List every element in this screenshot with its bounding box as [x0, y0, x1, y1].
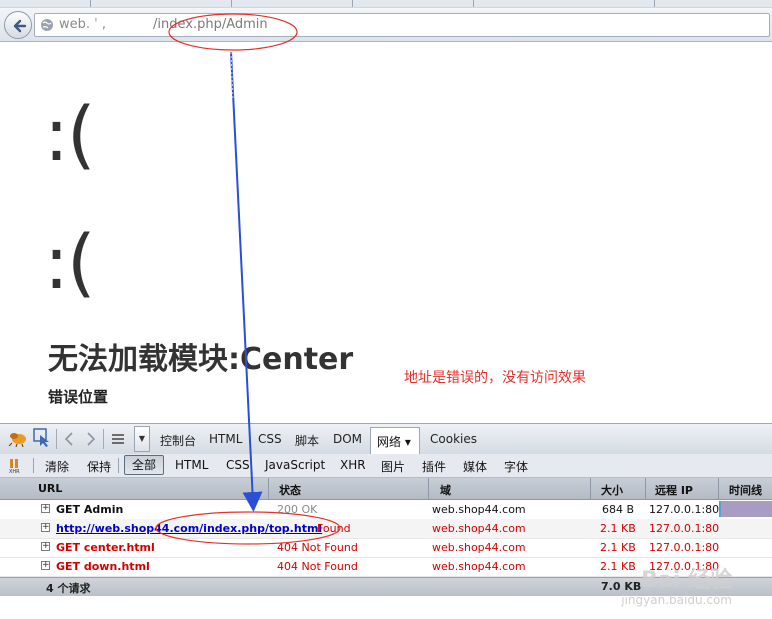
url-domain: web. ˈ ,: [59, 17, 106, 32]
request-status: 404 Not Found: [277, 541, 358, 554]
xhr-break-icon[interactable]: XHR: [8, 458, 24, 474]
watermark-site: jingyan.baidu.com: [621, 593, 732, 607]
column-divider[interactable]: [645, 478, 646, 499]
filter-css[interactable]: CSS: [226, 458, 250, 472]
menu-lines-icon[interactable]: [111, 433, 125, 445]
request-url: GET down.html: [56, 560, 150, 573]
sad-face-emoticon: :(: [44, 220, 96, 306]
timeline-marker: [719, 501, 721, 517]
filter-images[interactable]: 图片: [381, 458, 405, 475]
filter-media[interactable]: 媒体: [463, 458, 487, 475]
timeline-bar: [719, 501, 772, 517]
filter-xhr[interactable]: XHR: [340, 458, 366, 472]
request-status: Found: [317, 522, 351, 535]
browser-tab[interactable]: [0, 0, 91, 7]
request-url-link[interactable]: http://web.shop44.com/index.php/top.html: [56, 522, 322, 535]
request-size: 2.1 KB: [600, 541, 636, 554]
panel-dropdown-button[interactable]: ▼: [134, 426, 150, 452]
column-divider[interactable]: [590, 478, 591, 499]
expand-icon[interactable]: +: [41, 523, 50, 532]
tab-cookies[interactable]: Cookies: [430, 432, 477, 446]
column-remote-ip[interactable]: 远程 IP: [655, 482, 693, 498]
filter-divider: [118, 458, 119, 473]
firebug-toolbar: ▼ 控制台 HTML CSS 脚本 DOM 网络 ▾ Cookies: [0, 423, 772, 455]
table-row[interactable]: + GET Admin 200 OK web.shop44.com 684 B …: [0, 500, 772, 520]
expand-icon[interactable]: +: [41, 542, 50, 551]
globe-icon: [41, 19, 53, 31]
browser-tab[interactable]: [655, 0, 772, 7]
chevron-left-icon[interactable]: [63, 432, 75, 446]
filter-html[interactable]: HTML: [175, 458, 208, 472]
clear-button[interactable]: 清除: [45, 458, 69, 475]
error-location-heading: 错误位置: [48, 388, 109, 406]
request-status: 404 Not Found: [277, 560, 358, 573]
browser-tab-strip: [0, 0, 772, 8]
column-status[interactable]: 状态: [279, 482, 301, 498]
tab-css[interactable]: CSS: [258, 432, 282, 446]
url-path: /index.php/Admin: [153, 17, 268, 32]
filter-divider: [33, 458, 34, 473]
tab-script[interactable]: 脚本: [295, 432, 319, 449]
browser-tab[interactable]: [91, 0, 232, 7]
toolbar-divider: [103, 429, 104, 449]
toolbar-divider: [56, 429, 57, 449]
request-remote-ip: 127.0.0.1:80: [649, 541, 720, 554]
request-status: 200 OK: [277, 503, 318, 516]
column-url[interactable]: URL: [38, 482, 62, 495]
tab-html[interactable]: HTML: [209, 432, 242, 446]
column-domain[interactable]: 域: [440, 482, 451, 498]
request-domain: web.shop44.com: [432, 503, 526, 516]
request-remote-ip: 127.0.0.1:80: [649, 503, 720, 516]
sad-face-emoticon: :(: [44, 92, 96, 178]
column-divider[interactable]: [428, 478, 429, 499]
inspect-icon[interactable]: [33, 428, 51, 448]
column-divider[interactable]: [268, 478, 269, 499]
request-remote-ip: 127.0.0.1:80: [649, 522, 720, 535]
back-arrow-icon: [13, 19, 27, 33]
request-domain: web.shop44.com: [432, 522, 526, 535]
request-url: GET center.html: [56, 541, 155, 554]
chevron-right-icon[interactable]: [85, 432, 97, 446]
firebug-icon[interactable]: [8, 429, 28, 447]
persist-button[interactable]: 保持: [87, 458, 111, 475]
browser-tab[interactable]: [474, 0, 655, 7]
tab-dom[interactable]: DOM: [333, 432, 362, 446]
baidu-jingyan-logo: Bai 经验: [641, 568, 732, 593]
back-button[interactable]: [4, 11, 32, 39]
tab-console[interactable]: 控制台: [160, 432, 196, 449]
tab-network[interactable]: 网络 ▾: [370, 427, 420, 454]
filter-all[interactable]: 全部: [124, 455, 164, 475]
request-count: 4 个请求: [46, 582, 91, 595]
request-url: GET Admin: [56, 503, 124, 516]
expand-icon[interactable]: +: [41, 504, 50, 513]
navigation-bar: web. ˈ , /index.php/Admin: [0, 8, 772, 42]
annotation-note: 地址是错误的，没有访问效果: [404, 370, 586, 386]
svg-text:XHR: XHR: [9, 469, 20, 474]
filter-plugins[interactable]: 插件: [422, 458, 446, 475]
request-domain: web.shop44.com: [432, 541, 526, 554]
table-row[interactable]: + GET center.html 404 Not Found web.shop…: [0, 538, 772, 558]
request-size: 2.1 KB: [600, 560, 636, 573]
net-table-header: URL 状态 域 大小 远程 IP 时间线: [0, 478, 772, 500]
request-size: 2.1 KB: [600, 522, 636, 535]
guide-line: [230, 51, 234, 101]
column-divider[interactable]: [718, 478, 719, 499]
table-row[interactable]: + http://web.shop44.com/index.php/top.ht…: [0, 519, 772, 539]
address-bar[interactable]: web. ˈ , /index.php/Admin: [34, 13, 770, 37]
error-title: 无法加载模块:Center: [48, 342, 354, 377]
filter-fonts[interactable]: 字体: [504, 458, 528, 475]
column-timeline[interactable]: 时间线: [729, 482, 762, 498]
browser-tab[interactable]: [353, 0, 474, 7]
column-size[interactable]: 大小: [601, 482, 623, 498]
request-domain: web.shop44.com: [432, 560, 526, 573]
total-size: 7.0 KB: [601, 580, 642, 593]
net-filter-bar: XHR 清除 保持 全部 HTML CSS JavaScript XHR 图片 …: [0, 454, 772, 478]
expand-icon[interactable]: +: [41, 561, 50, 570]
request-size: 684 B: [601, 503, 634, 516]
browser-tab[interactable]: [232, 0, 353, 7]
filter-javascript[interactable]: JavaScript: [265, 458, 325, 472]
